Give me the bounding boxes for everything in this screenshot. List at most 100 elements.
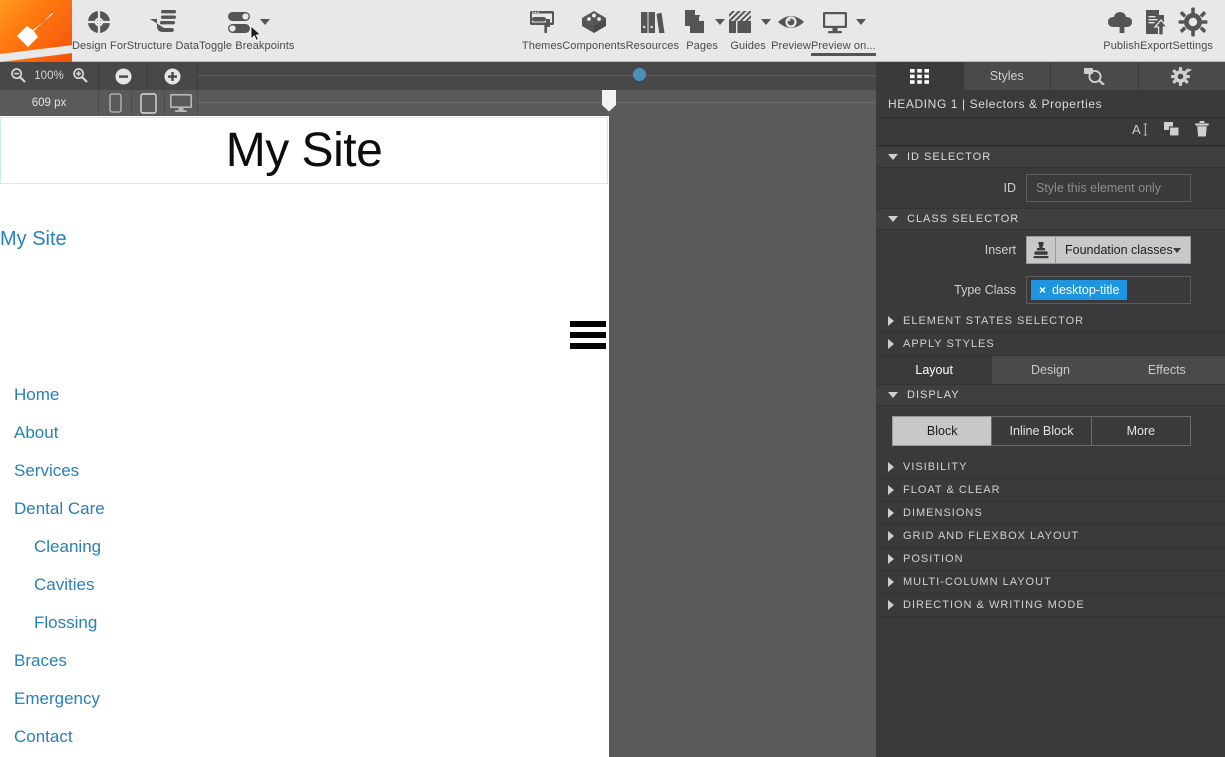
section-element-states-selector[interactable]: ELEMENT STATES SELECTOR <box>876 310 1225 333</box>
stamp-icon <box>1033 242 1049 259</box>
class-tag-desktop-title[interactable]: × desktop-title <box>1031 280 1128 300</box>
hamburger-bar <box>570 321 606 327</box>
toolbar-publish[interactable]: Publish <box>1103 0 1140 62</box>
magnifier-plus-icon[interactable] <box>72 67 88 86</box>
toolbar-guides[interactable]: Guides <box>725 0 772 62</box>
tab-effects[interactable]: Effects <box>1109 356 1225 384</box>
triangle-right-icon <box>888 462 894 472</box>
pen-nib-logo-icon <box>17 13 53 47</box>
toolbar-icon-group <box>679 7 726 37</box>
display-option-block[interactable]: Block <box>892 416 992 446</box>
nav-link-contact[interactable]: Contact <box>0 718 608 756</box>
nav-link-cavities[interactable]: Cavities <box>0 566 608 604</box>
triangle-right-icon <box>888 554 894 564</box>
section-label: MULTI-COLUMN LAYOUT <box>903 576 1052 588</box>
toolbar-toggle-breakpoints[interactable]: Toggle Breakpoints <box>199 0 294 62</box>
app-logo <box>0 0 72 62</box>
toolbar-label: Pages <box>686 40 718 52</box>
toolbar-preview-on[interactable]: Preview on... <box>810 0 876 62</box>
nav-link-about[interactable]: About <box>0 414 608 452</box>
chevron-down-icon[interactable] <box>856 19 867 25</box>
toolbar-components[interactable]: Components <box>562 0 626 62</box>
navbar-region <box>0 199 608 257</box>
circle-plus-icon <box>164 68 181 84</box>
breakpoint-slider-handle[interactable] <box>601 90 617 112</box>
section-label: VISIBILITY <box>903 461 968 473</box>
tab-inspect[interactable] <box>1051 62 1139 90</box>
display-option-inline-block[interactable]: Inline Block <box>991 416 1091 446</box>
zoom-level-value: 100% <box>34 70 64 82</box>
tab-design[interactable]: Design <box>992 356 1108 384</box>
device-phone-button[interactable] <box>99 90 132 116</box>
application-window: Design For Structure Data Toggle Breakpo… <box>0 0 1225 757</box>
toolbar-settings[interactable]: Settings <box>1172 0 1213 62</box>
design-canvas-page[interactable]: My Site My Site Home About Services Dent… <box>0 116 609 757</box>
delete-trash-icon[interactable] <box>1195 121 1209 142</box>
section-class-selector[interactable]: CLASS SELECTOR <box>876 208 1225 230</box>
breakpoint-marker-dot[interactable] <box>633 68 646 81</box>
section-grid-flexbox-layout[interactable]: GRID AND FLEXBOX LAYOUT <box>876 525 1225 548</box>
canvas-width-value: 609 px <box>0 90 99 116</box>
section-display[interactable]: DISPLAY <box>876 384 1225 406</box>
device-tablet-button[interactable] <box>132 90 165 116</box>
toolbar-structure-data[interactable]: Structure Data <box>127 0 199 62</box>
toolbar-label: Components <box>562 40 626 52</box>
chevron-down-icon[interactable] <box>715 19 726 25</box>
zoom-increase-button[interactable] <box>148 62 198 90</box>
property-tab-bar: Layout Design Effects <box>876 356 1225 384</box>
foundation-classes-dropdown[interactable]: Foundation classes <box>1056 236 1191 264</box>
panel-empty-area <box>876 617 1225 717</box>
section-id-selector[interactable]: ID SELECTOR <box>876 146 1225 168</box>
nav-link-braces[interactable]: Braces <box>0 642 608 680</box>
toolbar-export[interactable]: Export <box>1140 0 1172 62</box>
type-class-input[interactable]: × desktop-title <box>1026 276 1191 304</box>
gear-icon <box>1178 7 1208 37</box>
id-input[interactable]: Style this element only <box>1026 174 1191 202</box>
section-float-clear[interactable]: FLOAT & CLEAR <box>876 479 1225 502</box>
toolbar-preview[interactable]: Preview <box>771 0 811 62</box>
nav-link-cleaning[interactable]: Cleaning <box>0 528 608 566</box>
nav-link-services[interactable]: Services <box>0 452 608 490</box>
triangle-right-icon <box>888 531 894 541</box>
chevron-down-icon[interactable] <box>761 19 772 25</box>
nav-link-home[interactable]: Home <box>0 376 608 414</box>
toolbar-label: Design For <box>72 40 127 52</box>
tab-settings[interactable] <box>1139 62 1225 90</box>
site-brand-link[interactable]: My Site <box>0 228 67 251</box>
toolbar-design-for[interactable]: Design For <box>72 0 127 62</box>
nav-link-flossing[interactable]: Flossing <box>0 604 608 642</box>
section-visibility[interactable]: VISIBILITY <box>876 456 1225 479</box>
section-multi-column-layout[interactable]: MULTI-COLUMN LAYOUT <box>876 571 1225 594</box>
cloud-upload-icon <box>1106 7 1138 37</box>
tab-styles[interactable]: Styles <box>964 62 1051 90</box>
heading-element-selected[interactable]: My Site <box>0 117 608 184</box>
pages-stack-icon <box>685 10 705 33</box>
section-label: CLASS SELECTOR <box>907 213 1020 225</box>
display-option-more[interactable]: More <box>1090 416 1191 446</box>
section-direction-writing-mode[interactable]: DIRECTION & WRITING MODE <box>876 594 1225 617</box>
tab-grid-view[interactable] <box>876 62 964 90</box>
hamburger-menu-icon[interactable] <box>570 321 606 349</box>
toolbar-pages[interactable]: Pages <box>679 0 726 62</box>
toolbar-label: Publish <box>1103 40 1141 52</box>
magnifier-minus-icon[interactable] <box>10 67 27 86</box>
rename-text-icon[interactable]: A <box>1132 122 1150 142</box>
hamburger-bar <box>570 332 606 338</box>
toolbar-resources[interactable]: Resources <box>626 0 679 62</box>
nav-link-dental-care[interactable]: Dental Care <box>0 490 608 528</box>
device-desktop-button[interactable] <box>165 90 198 116</box>
nav-link-emergency[interactable]: Emergency <box>0 680 608 718</box>
inspect-magnifier-icon <box>1084 68 1106 85</box>
zoom-decrease-button[interactable] <box>99 62 148 90</box>
desktop-icon <box>170 94 192 112</box>
remove-tag-icon[interactable]: × <box>1039 283 1046 297</box>
section-apply-styles[interactable]: APPLY STYLES <box>876 333 1225 356</box>
toolbar-themes[interactable]: Themes <box>522 0 562 62</box>
stamp-icon-button[interactable] <box>1026 236 1056 264</box>
duplicate-icon[interactable] <box>1164 121 1181 142</box>
tab-layout[interactable]: Layout <box>876 356 993 384</box>
toolbar-label: Preview <box>771 40 811 52</box>
section-dimensions[interactable]: DIMENSIONS <box>876 502 1225 525</box>
triangle-right-icon <box>888 600 894 610</box>
section-position[interactable]: POSITION <box>876 548 1225 571</box>
